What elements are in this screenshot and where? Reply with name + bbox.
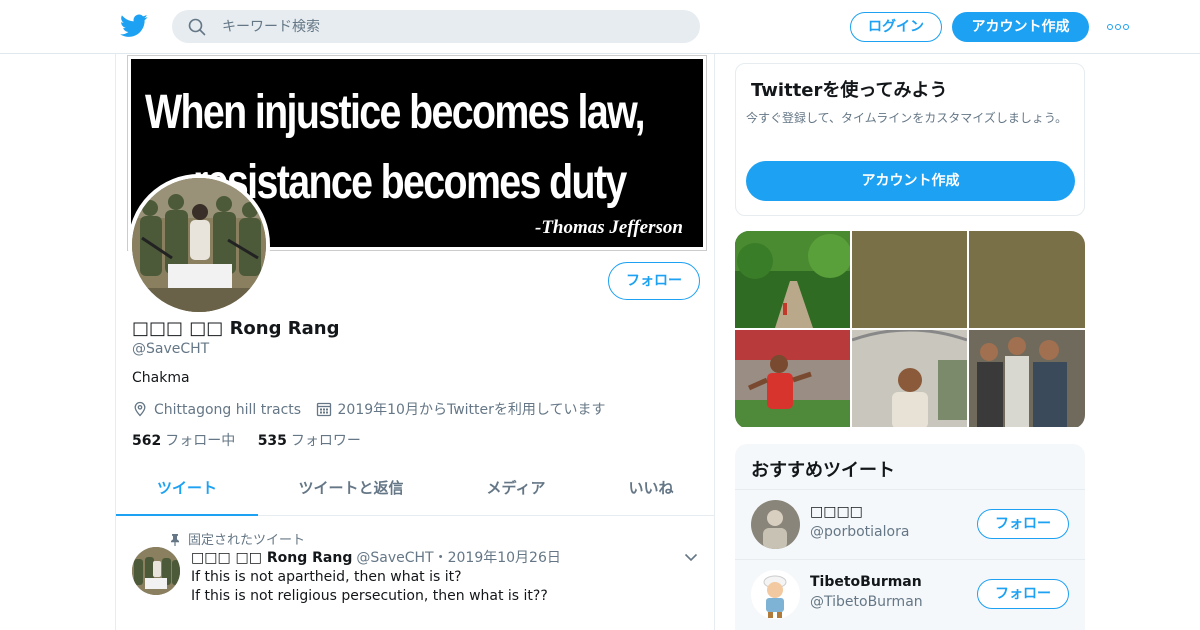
calendar-icon xyxy=(316,402,331,417)
tab-media[interactable]: メディア xyxy=(456,464,576,516)
search-icon xyxy=(188,18,206,36)
search-box[interactable] xyxy=(172,10,700,43)
following-count: 562 xyxy=(132,433,162,449)
login-button[interactable]: ログイン xyxy=(850,12,942,42)
tweet-date[interactable]: ・2019年10月26日 xyxy=(434,550,561,566)
recommended-account[interactable]: TibetoBurman @TibetoBurman フォロー xyxy=(735,559,1085,629)
recommended-tweets-panel: おすすめツイート □□□□ @porbotialora フォロー TibetoB… xyxy=(735,444,1085,630)
chevron-down-icon[interactable] xyxy=(684,553,698,562)
banner-signature: -Thomas Jefferson xyxy=(535,217,683,238)
signup-card-title: Twitterを使ってみよう xyxy=(751,80,948,101)
media-thumbnail[interactable] xyxy=(969,231,1085,328)
pinned-tweet[interactable]: 固定されたツイート □□□ □□ Rong Rang @SaveCHT・2019年… xyxy=(116,517,714,630)
media-thumbnail[interactable] xyxy=(852,330,967,427)
recommended-account-handle[interactable]: @TibetoBurman xyxy=(810,594,923,610)
profile-joined-text: 2019年10月からTwitterを利用しています xyxy=(337,402,606,418)
media-thumbnail[interactable] xyxy=(969,330,1085,427)
pinned-indicator: 固定されたツイート xyxy=(170,529,305,548)
profile-meta: Chittagong hill tracts 2019年10月からTwitter… xyxy=(132,399,615,419)
following-label: フォロー中 xyxy=(165,433,236,449)
recommended-follow-button[interactable]: フォロー xyxy=(977,579,1069,609)
profile-location: Chittagong hill tracts xyxy=(132,401,301,418)
profile-avatar[interactable] xyxy=(128,174,270,316)
tweet-text-line2: If this is not religious persecution, th… xyxy=(191,588,548,604)
followers-stat[interactable]: 535 フォロワー xyxy=(258,430,361,450)
recommended-title: おすすめツイート xyxy=(751,460,895,481)
follow-button[interactable]: フォロー xyxy=(608,262,700,300)
profile-bio: Chakma xyxy=(132,370,190,386)
recommended-account-avatar[interactable] xyxy=(751,500,800,549)
media-thumbnail[interactable] xyxy=(735,231,850,328)
tweet-author-name[interactable]: □□□ □□ Rong Rang xyxy=(191,550,352,566)
profile-location-text: Chittagong hill tracts xyxy=(154,401,302,418)
tab-likes[interactable]: いいね xyxy=(606,464,696,516)
pin-icon xyxy=(171,534,179,546)
tweet-author-handle[interactable]: @SaveCHT xyxy=(356,550,433,566)
signup-card-description: 今すぐ登録して、タイムラインをカスタマイズしましょう。 xyxy=(746,111,1068,125)
followers-count: 535 xyxy=(257,433,287,449)
recommended-account-name[interactable]: □□□□ xyxy=(810,504,863,520)
recommended-account-name[interactable]: TibetoBurman xyxy=(810,574,922,590)
search-input[interactable] xyxy=(222,10,682,43)
profile-column: When injustice becomes law, resistance b… xyxy=(115,54,715,630)
media-thumbnail[interactable] xyxy=(852,231,967,328)
signup-card-button[interactable]: アカウント作成 xyxy=(746,161,1075,201)
profile-stats: 562 フォロー中 535 フォロワー xyxy=(132,430,379,450)
tweet-author-avatar[interactable] xyxy=(132,547,180,595)
signup-card: Twitterを使ってみよう 今すぐ登録して、タイムラインをカスタマイズしましょ… xyxy=(735,63,1085,216)
tab-tweets-and-replies[interactable]: ツイートと返信 xyxy=(281,464,421,516)
recommended-follow-button[interactable]: フォロー xyxy=(977,509,1069,539)
signup-button[interactable]: アカウント作成 xyxy=(952,12,1089,42)
media-thumbnail[interactable] xyxy=(735,330,850,427)
pinned-label: 固定されたツイート xyxy=(188,533,306,548)
recommended-account-handle[interactable]: @porbotialora xyxy=(810,524,909,540)
more-dots-icon[interactable] xyxy=(1107,24,1129,30)
profile-tabs: ツイート ツイートと返信 メディア いいね xyxy=(116,464,714,516)
recommended-account-avatar[interactable] xyxy=(751,570,800,619)
followers-label: フォロワー xyxy=(290,433,361,449)
twitter-bird-icon[interactable] xyxy=(120,13,148,39)
tweet-header: □□□ □□ Rong Rang @SaveCHT・2019年10月26日 xyxy=(191,547,561,567)
profile-display-name: □□□ □□ Rong Rang xyxy=(132,318,340,339)
tweet-text: If this is not apartheid, then what is i… xyxy=(191,568,691,606)
following-stat[interactable]: 562 フォロー中 xyxy=(132,430,235,450)
profile-joined: 2019年10月からTwitterを利用しています xyxy=(316,399,606,419)
tweet-text-line1: If this is not apartheid, then what is i… xyxy=(191,569,462,585)
top-navigation-bar: ログイン アカウント作成 xyxy=(0,0,1200,54)
profile-handle[interactable]: @SaveCHT xyxy=(132,341,209,357)
media-grid xyxy=(735,231,1085,429)
location-pin-icon xyxy=(134,401,146,416)
tab-tweets[interactable]: ツイート xyxy=(116,464,258,516)
recommended-account[interactable]: □□□□ @porbotialora フォロー xyxy=(735,489,1085,559)
banner-text-line2: resistance becomes duty xyxy=(193,156,627,209)
banner-text-line1: When injustice becomes law, xyxy=(145,86,646,139)
